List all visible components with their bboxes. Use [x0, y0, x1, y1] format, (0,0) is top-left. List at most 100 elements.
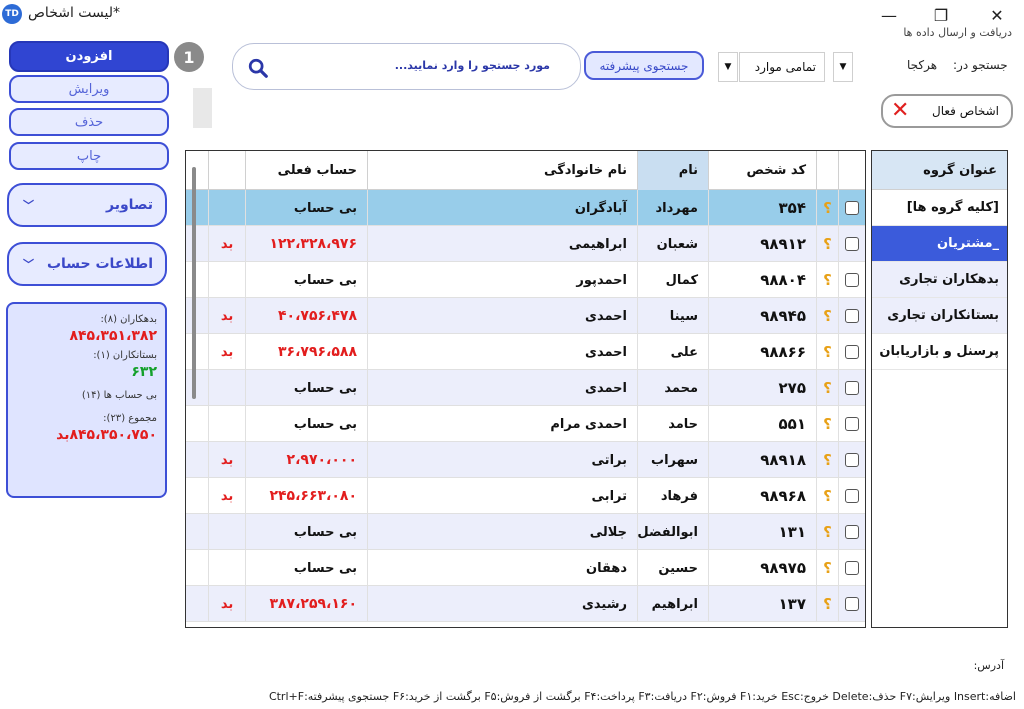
checkbox[interactable] [845, 201, 859, 215]
code-cell: ۳۵۴ [708, 190, 816, 226]
checkbox[interactable] [845, 273, 859, 287]
checkbox[interactable] [845, 417, 859, 431]
family-cell: دهقان [367, 550, 637, 586]
checkbox[interactable] [845, 525, 859, 539]
code-cell: ۹۸۸۰۴ [708, 262, 816, 298]
search-input[interactable]: مورد جستجو را وارد نمایید... [232, 43, 581, 90]
table-row[interactable]: بی حساب احمدپور کمال ۹۸۸۰۴ ؟ [186, 262, 865, 298]
code-cell: ۹۸۹۱۸ [708, 442, 816, 478]
row-checkbox[interactable] [838, 262, 865, 298]
checkbox[interactable] [845, 561, 859, 575]
table-row[interactable]: بی حساب احمدی مرام حامد ۵۵۱ ؟ [186, 406, 865, 442]
family-cell: احمدی [367, 298, 637, 334]
checkbox[interactable] [845, 237, 859, 251]
code-cell: ۹۸۹۶۸ [708, 478, 816, 514]
address-label: آدرس: [973, 659, 1004, 672]
question-icon[interactable]: ؟ [816, 190, 838, 226]
row-checkbox[interactable] [838, 370, 865, 406]
question-icon[interactable]: ؟ [816, 586, 838, 622]
group-item[interactable]: _مشتریان [872, 226, 1007, 262]
delete-button[interactable]: حذف [9, 108, 169, 136]
name-column-header[interactable]: نام [637, 151, 708, 190]
add-button[interactable]: افزودن [9, 41, 169, 72]
group-item[interactable]: بدهکاران تجاری [872, 262, 1007, 298]
checkbox[interactable] [845, 489, 859, 503]
question-icon[interactable]: ؟ [816, 514, 838, 550]
scope-dropdown[interactable]: تمامی موارد [739, 52, 825, 82]
app-logo-icon: TD [2, 4, 22, 24]
table-row[interactable]: بد ۱۲۲،۳۲۸،۹۷۶ ابراهیمی شعبان ۹۸۹۱۲ ؟ [186, 226, 865, 262]
row-checkbox[interactable] [838, 406, 865, 442]
balance-status: بد [208, 442, 245, 478]
row-checkbox[interactable] [838, 298, 865, 334]
group-item[interactable]: [کلیه گروه ها] [872, 190, 1007, 226]
search-icon[interactable] [247, 57, 269, 79]
row-checkbox[interactable] [838, 442, 865, 478]
scrollbar[interactable] [193, 88, 212, 128]
group-item[interactable]: بستانکاران تجاری [872, 298, 1007, 334]
row-checkbox[interactable] [838, 514, 865, 550]
checkbox[interactable] [845, 345, 859, 359]
row-checkbox[interactable] [838, 334, 865, 370]
code-cell: ۹۸۸۶۶ [708, 334, 816, 370]
question-icon[interactable]: ؟ [816, 298, 838, 334]
checkbox[interactable] [845, 381, 859, 395]
row-checkbox[interactable] [838, 586, 865, 622]
question-icon[interactable]: ؟ [816, 370, 838, 406]
advanced-search-button[interactable]: جستجوی پیشرفته [584, 51, 704, 80]
chevron-down-icon[interactable]: ▼ [718, 52, 738, 82]
question-icon[interactable]: ؟ [816, 406, 838, 442]
account-info-expander[interactable]: ﹀ اطلاعات حساب [7, 242, 167, 286]
no-account-label: بی حساب ها (۱۴) [81, 390, 157, 401]
persons-table[interactable]: حساب فعلی نام خانوادگی نام کد شخص بی حسا… [185, 150, 866, 628]
table-row[interactable]: بد ۳۶،۷۹۶،۵۸۸ احمدی علی ۹۸۸۶۶ ؟ [186, 334, 865, 370]
question-icon[interactable]: ؟ [816, 442, 838, 478]
question-icon[interactable]: ؟ [816, 226, 838, 262]
question-icon[interactable]: ؟ [816, 478, 838, 514]
balance-status [208, 262, 245, 298]
table-row[interactable]: بد ۲۴۵،۶۶۳،۰۸۰ ترابی فرهاد ۹۸۹۶۸ ؟ [186, 478, 865, 514]
code-column-header[interactable]: کد شخص [708, 151, 816, 190]
checkbox[interactable] [845, 453, 859, 467]
table-row[interactable]: بد ۴۰،۷۵۶،۴۷۸ احمدی سینا ۹۸۹۴۵ ؟ [186, 298, 865, 334]
family-cell: احمدی [367, 334, 637, 370]
name-cell: کمال [637, 262, 708, 298]
table-row[interactable]: بد ۲،۹۷۰،۰۰۰ براتی سهراب ۹۸۹۱۸ ؟ [186, 442, 865, 478]
table-row[interactable]: بی حساب جلالی ابوالفضل ۱۳۱ ؟ [186, 514, 865, 550]
group-item[interactable]: پرسنل و بازاریابان [872, 334, 1007, 370]
checkbox[interactable] [845, 597, 859, 611]
row-checkbox[interactable] [838, 190, 865, 226]
balance-summary: بدهکاران (۸): ۸۴۵،۳۵۱،۳۸۲ بستانکاران (۱)… [6, 302, 167, 498]
search-in-value[interactable]: هرکجا [907, 58, 937, 72]
checkbox[interactable] [845, 309, 859, 323]
question-icon[interactable]: ؟ [816, 550, 838, 586]
row-checkbox[interactable] [838, 478, 865, 514]
table-scrollbar[interactable] [192, 167, 196, 399]
chevron-down-icon: ﹀ [23, 199, 34, 212]
balance-status: بد [208, 226, 245, 262]
account-cell: ۲۴۵،۶۶۳،۰۸۰ [245, 478, 367, 514]
question-icon: ؟ [823, 559, 832, 577]
name-cell: مهرداد [637, 190, 708, 226]
images-expander[interactable]: ﹀ تصاویر [7, 183, 167, 227]
question-icon[interactable]: ؟ [816, 262, 838, 298]
groups-panel[interactable]: عنوان گروه [کلیه گروه ها] _مشتریان بدهکارا… [871, 150, 1008, 628]
chevron-down-icon[interactable]: ▼ [833, 52, 853, 82]
edit-button[interactable]: ویرایش [9, 75, 169, 103]
table-row[interactable]: بد ۳۸۷،۲۵۹،۱۶۰ رشیدی ابراهیم ۱۳۷ ؟ [186, 586, 865, 622]
code-cell: ۲۷۵ [708, 370, 816, 406]
active-persons-button[interactable]: ✕ اشخاص فعال [881, 94, 1013, 128]
sync-label[interactable]: دریافت و ارسال داده ها [903, 26, 1012, 39]
account-column-header[interactable]: حساب فعلی [245, 151, 367, 190]
close-icon: ✕ [891, 98, 910, 123]
table-row[interactable]: بی حساب احمدی محمد ۲۷۵ ؟ [186, 370, 865, 406]
row-checkbox[interactable] [838, 226, 865, 262]
family-column-header[interactable]: نام خانوادگی [367, 151, 637, 190]
print-button[interactable]: چاپ [9, 142, 169, 170]
total-label: مجموع (۲۳): [103, 413, 157, 424]
table-row[interactable]: بی حساب دهقان حسین ۹۸۹۷۵ ؟ [186, 550, 865, 586]
table-row[interactable]: بی حساب آبادگران مهرداد ۳۵۴ ؟ [186, 190, 865, 226]
question-icon: ؟ [823, 235, 832, 253]
row-checkbox[interactable] [838, 550, 865, 586]
question-icon[interactable]: ؟ [816, 334, 838, 370]
